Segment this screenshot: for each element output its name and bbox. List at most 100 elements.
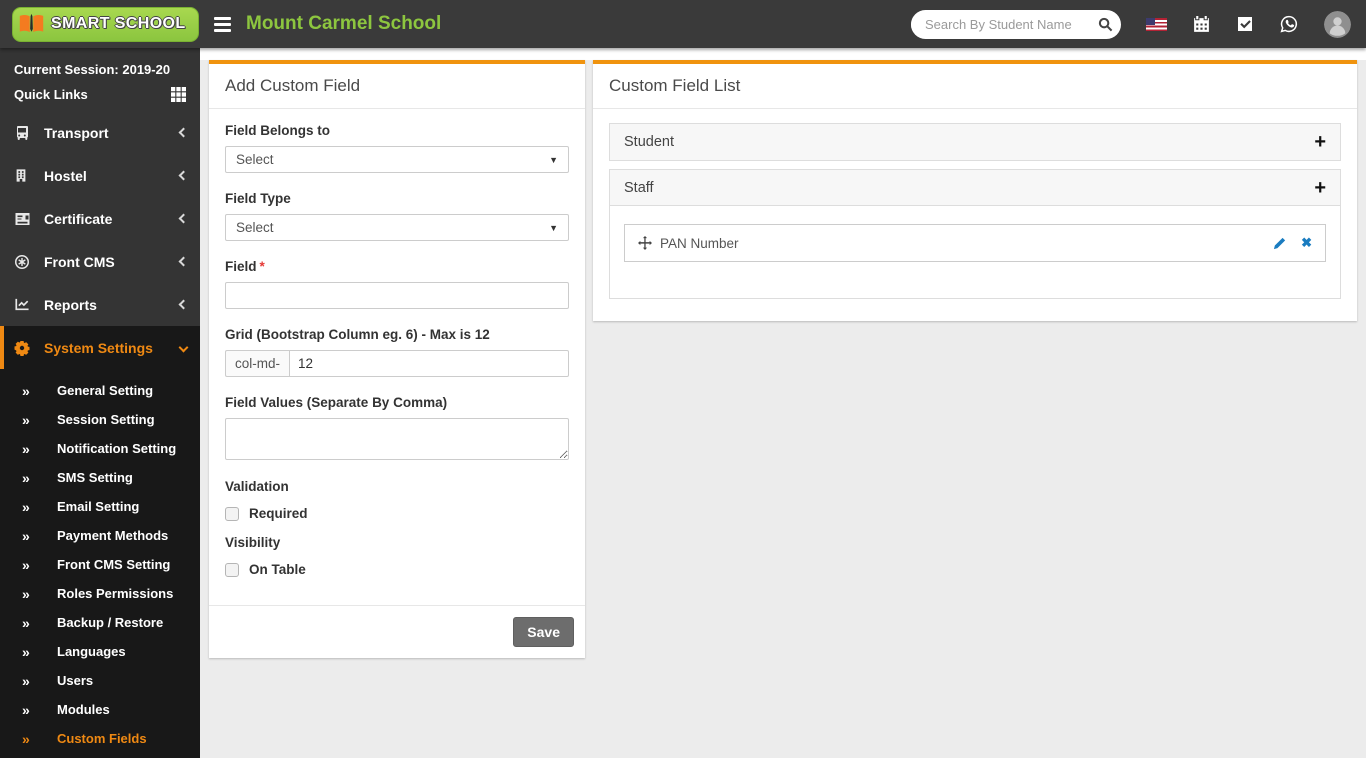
- sidebar-item-certificate[interactable]: Certificate: [0, 197, 200, 240]
- calendar-icon[interactable]: [1192, 15, 1211, 34]
- hamburger-menu-icon[interactable]: [214, 16, 231, 32]
- user-avatar[interactable]: [1324, 10, 1351, 38]
- chevron-left-icon: [178, 299, 189, 310]
- double-angle-icon: »: [22, 498, 30, 515]
- double-angle-icon: »: [22, 672, 30, 689]
- custom-field-name: PAN Number: [660, 235, 739, 251]
- required-checkbox[interactable]: [225, 506, 239, 521]
- staff-group-panel: Staff + PAN Number ✖: [609, 169, 1341, 299]
- field-label: Field *: [225, 259, 265, 274]
- sidebar-subitem-languages[interactable]: » Languages: [0, 637, 200, 666]
- sidebar-subitem-notification-setting[interactable]: » Notification Setting: [0, 434, 200, 463]
- visibility-label: Visibility: [225, 535, 281, 550]
- school-title: Mount Carmel School: [246, 13, 442, 34]
- main-content: Add Custom Field Field Belongs to Select…: [200, 48, 1366, 758]
- sidebar-item-transport[interactable]: Transport: [0, 111, 200, 154]
- sidebar-subitem-front-cms-setting[interactable]: » Front CMS Setting: [0, 550, 200, 579]
- chevron-left-icon: [178, 256, 189, 267]
- bus-icon: [14, 125, 31, 141]
- building-icon: [14, 168, 31, 183]
- sidebar-subitem-session-setting[interactable]: » Session Setting: [0, 405, 200, 434]
- field-values-label: Field Values (Separate By Comma): [225, 395, 448, 410]
- double-angle-icon: »: [22, 411, 30, 428]
- grid-icon[interactable]: [171, 87, 186, 102]
- save-button[interactable]: Save: [513, 617, 574, 647]
- sidebar-item-reports[interactable]: Reports: [0, 283, 200, 326]
- quick-links[interactable]: Quick Links: [0, 79, 200, 111]
- sidebar-item-label: Front CMS: [44, 253, 115, 270]
- task-check-icon[interactable]: [1236, 15, 1254, 33]
- sidebar-subitem-custom-fields[interactable]: » Custom Fields: [0, 724, 200, 753]
- sidebar-item-label: Hostel: [44, 167, 87, 184]
- field-type-select[interactable]: Select ▼: [225, 214, 569, 241]
- sidebar-item-label: Reports: [44, 296, 97, 313]
- double-angle-icon: »: [22, 527, 30, 544]
- grid-value-input[interactable]: [289, 350, 569, 377]
- chevron-down-icon: [178, 342, 189, 353]
- sidebar-subitem-roles-permissions[interactable]: » Roles Permissions: [0, 579, 200, 608]
- grid-label: Grid (Bootstrap Column eg. 6) - Max is 1…: [225, 327, 490, 342]
- sidebar-subitem-modules[interactable]: » Modules: [0, 695, 200, 724]
- sidebar: Current Session: 2019-20 Quick Links Tra…: [0, 48, 200, 758]
- grid-prefix-addon: col-md-: [225, 350, 290, 377]
- certificate-icon: [14, 212, 31, 226]
- logo-text: SMART SCHOOL: [51, 15, 186, 32]
- custom-field-list-card: Custom Field List Student + Staff + PAN …: [593, 60, 1357, 321]
- sidebar-subitem-users[interactable]: » Users: [0, 666, 200, 695]
- list-card-title: Custom Field List: [593, 64, 1357, 109]
- staff-group-header[interactable]: Staff +: [610, 170, 1340, 206]
- caret-down-icon: ▼: [549, 154, 558, 165]
- language-flag-icon[interactable]: [1146, 17, 1167, 31]
- top-header: SMART SCHOOL Mount Carmel School: [0, 0, 1366, 48]
- sidebar-subitem-system-fields[interactable]: »System Fields: [0, 753, 200, 758]
- sidebar-subitem-payment-methods[interactable]: » Payment Methods: [0, 521, 200, 550]
- sidebar-item-label: Transport: [44, 124, 109, 141]
- whatsapp-icon[interactable]: [1279, 14, 1299, 34]
- system-settings-submenu: » General Setting » Session Setting » Notif…: [0, 369, 200, 758]
- validation-label: Validation: [225, 479, 289, 494]
- search-icon[interactable]: [1089, 10, 1121, 39]
- group-label: Student: [624, 134, 674, 150]
- add-card-title: Add Custom Field: [209, 64, 585, 109]
- double-angle-icon: »: [22, 701, 30, 718]
- field-values-textarea[interactable]: [225, 418, 569, 460]
- field-belongs-select[interactable]: Select ▼: [225, 146, 569, 173]
- book-icon: [18, 13, 45, 35]
- double-angle-icon: »: [22, 643, 30, 660]
- chevron-left-icon: [178, 213, 189, 224]
- double-angle-icon: »: [22, 614, 30, 631]
- double-angle-icon: »: [22, 469, 30, 486]
- sidebar-subitem-general-setting[interactable]: » General Setting: [0, 376, 200, 405]
- staff-fields-list: PAN Number ✖: [610, 206, 1340, 298]
- field-type-label: Field Type: [225, 191, 291, 206]
- move-icon[interactable]: [638, 236, 652, 250]
- sidebar-subitem-email-setting[interactable]: » Email Setting: [0, 492, 200, 521]
- double-angle-icon: »: [22, 730, 30, 747]
- sidebar-item-hostel[interactable]: Hostel: [0, 154, 200, 197]
- custom-field-row: PAN Number ✖: [624, 224, 1326, 262]
- search-input[interactable]: [911, 16, 1089, 32]
- double-angle-icon: »: [22, 585, 30, 602]
- field-name-input[interactable]: [225, 282, 569, 309]
- expand-plus-icon[interactable]: +: [1314, 178, 1326, 198]
- on-table-checkbox-label: On Table: [249, 562, 306, 577]
- gear-icon: [14, 340, 31, 356]
- chevron-left-icon: [178, 170, 189, 181]
- edit-pencil-icon[interactable]: [1273, 237, 1286, 250]
- logo[interactable]: SMART SCHOOL: [0, 6, 200, 42]
- chevron-left-icon: [178, 127, 189, 138]
- sidebar-item-system-settings[interactable]: System Settings: [0, 326, 200, 369]
- group-label: Staff: [624, 179, 654, 196]
- quick-links-label: Quick Links: [14, 87, 88, 102]
- sidebar-item-label: Certificate: [44, 210, 113, 227]
- sidebar-subitem-sms-setting[interactable]: » SMS Setting: [0, 463, 200, 492]
- double-angle-icon: »: [22, 556, 30, 573]
- student-group-header[interactable]: Student +: [610, 124, 1340, 160]
- required-asterisk: *: [259, 259, 265, 274]
- expand-plus-icon[interactable]: +: [1314, 132, 1326, 152]
- required-checkbox-label: Required: [249, 506, 308, 521]
- sidebar-subitem-backup-restore[interactable]: » Backup / Restore: [0, 608, 200, 637]
- sidebar-item-front-cms[interactable]: Front CMS: [0, 240, 200, 283]
- on-table-checkbox[interactable]: [225, 562, 239, 577]
- delete-x-icon[interactable]: ✖: [1301, 235, 1312, 251]
